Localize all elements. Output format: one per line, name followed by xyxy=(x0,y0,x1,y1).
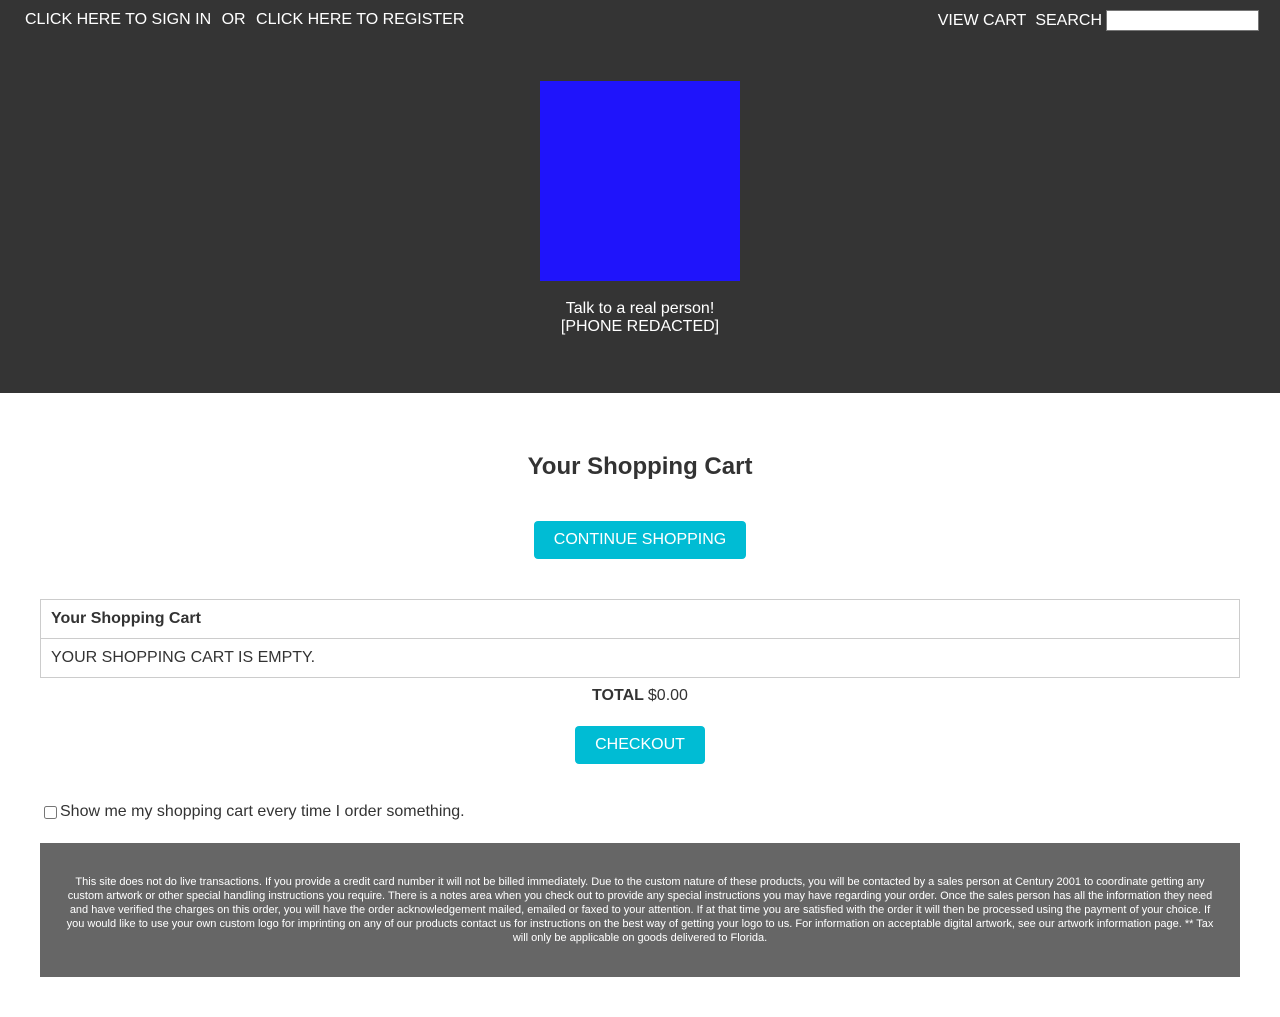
checkout-button[interactable]: CHECKOUT xyxy=(575,726,705,764)
account-links: CLICK HERE TO SIGN IN OR CLICK HERE TO R… xyxy=(25,11,470,29)
view-cart-link[interactable]: VIEW CART xyxy=(938,12,1027,30)
total-label: TOTAL xyxy=(592,687,644,704)
cart-table-header: Your Shopping Cart xyxy=(40,599,1240,639)
cart-total: TOTAL $0.00 xyxy=(0,687,1280,705)
disclaimer-box: This site does not do live transactions.… xyxy=(40,843,1240,977)
disclaimer-text: This site does not do live transactions.… xyxy=(66,876,1214,944)
sign-in-link[interactable]: CLICK HERE TO SIGN IN xyxy=(25,11,211,28)
register-link[interactable]: CLICK HERE TO REGISTER xyxy=(256,11,464,28)
show-cart-checkbox[interactable] xyxy=(44,805,57,819)
cart-table: Your Shopping Cart YOUR SHOPPING CART IS… xyxy=(40,599,1240,678)
cart-empty-message: YOUR SHOPPING CART IS EMPTY. xyxy=(40,638,1240,678)
search-input[interactable] xyxy=(1106,10,1259,31)
or-separator: OR xyxy=(221,11,246,28)
contact-tagline: Talk to a real person! xyxy=(565,300,715,317)
total-value: $0.00 xyxy=(647,687,688,704)
contact-phone: [PHONE REDACTED] xyxy=(560,318,720,335)
page-title: Your Shopping Cart xyxy=(527,453,753,480)
site-header: CLICK HERE TO SIGN IN OR CLICK HERE TO R… xyxy=(0,0,1280,393)
site-logo[interactable] xyxy=(540,81,740,281)
show-cart-label: Show me my shopping cart every time I or… xyxy=(60,803,465,820)
continue-shopping-button[interactable]: CONTINUE SHOPPING xyxy=(534,521,746,559)
cart-table-header-row: Your Shopping Cart xyxy=(40,599,1240,639)
search-label: SEARCH xyxy=(1035,11,1102,29)
cart-search-area: VIEW CART SEARCH xyxy=(938,10,1259,31)
top-bar: CLICK HERE TO SIGN IN OR CLICK HERE TO R… xyxy=(0,0,1280,40)
contact-info: Talk to a real person! [PHONE REDACTED] xyxy=(440,300,840,336)
show-cart-option[interactable]: Show me my shopping cart every time I or… xyxy=(44,803,465,821)
table-row: YOUR SHOPPING CART IS EMPTY. xyxy=(40,638,1240,678)
